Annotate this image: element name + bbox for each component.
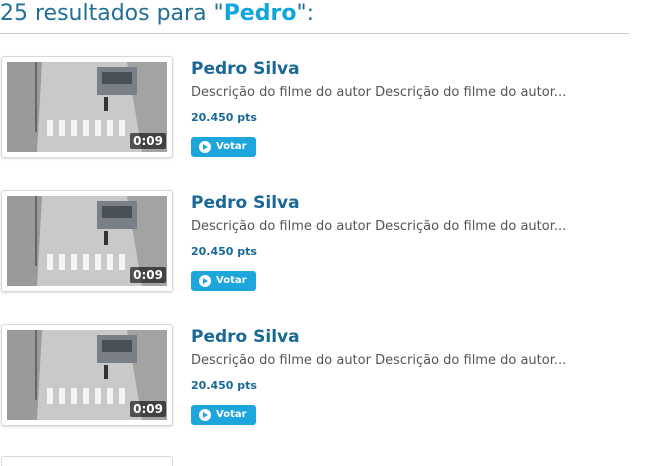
video-thumbnail[interactable]: 0:09 <box>1 56 173 158</box>
result-description: Descrição do filme do autor Descrição do… <box>191 353 567 368</box>
result-title[interactable]: Pedro Silva <box>191 327 300 347</box>
vote-button[interactable]: Votar <box>191 271 256 291</box>
result-points: 20.450 pts <box>191 245 257 258</box>
results-prefix: resultados para " <box>28 1 224 26</box>
next-video-thumbnail[interactable] <box>1 456 173 466</box>
result-item: 0:09 Pedro Silva Descrição do filme do a… <box>0 190 629 300</box>
vote-label: Votar <box>216 409 247 420</box>
result-title[interactable]: Pedro Silva <box>191 193 300 213</box>
results-header: 25 resultados para "Pedro": <box>0 0 314 28</box>
vote-label: Votar <box>216 275 247 286</box>
vote-label: Votar <box>216 141 247 152</box>
result-points: 20.450 pts <box>191 111 257 124</box>
result-title[interactable]: Pedro Silva <box>191 59 300 79</box>
result-item: 0:09 Pedro Silva Descrição do filme do a… <box>0 324 629 434</box>
video-duration: 0:09 <box>130 401 166 417</box>
vote-button[interactable]: Votar <box>191 405 256 425</box>
play-icon <box>199 409 211 421</box>
video-thumbnail[interactable]: 0:09 <box>1 190 173 292</box>
search-query: Pedro <box>223 1 297 26</box>
result-points: 20.450 pts <box>191 379 257 392</box>
video-thumbnail[interactable]: 0:09 <box>1 324 173 426</box>
result-description: Descrição do filme do autor Descrição do… <box>191 85 567 100</box>
result-item: 0:09 Pedro Silva Descrição do filme do a… <box>0 56 629 166</box>
header-divider <box>0 33 629 34</box>
video-duration: 0:09 <box>130 267 166 283</box>
video-duration: 0:09 <box>130 133 166 149</box>
results-suffix: ": <box>296 1 314 26</box>
vote-button[interactable]: Votar <box>191 137 256 157</box>
result-description: Descrição do filme do autor Descrição do… <box>191 219 567 234</box>
play-icon <box>199 141 211 153</box>
play-icon <box>199 275 211 287</box>
result-count: 25 <box>0 1 28 26</box>
